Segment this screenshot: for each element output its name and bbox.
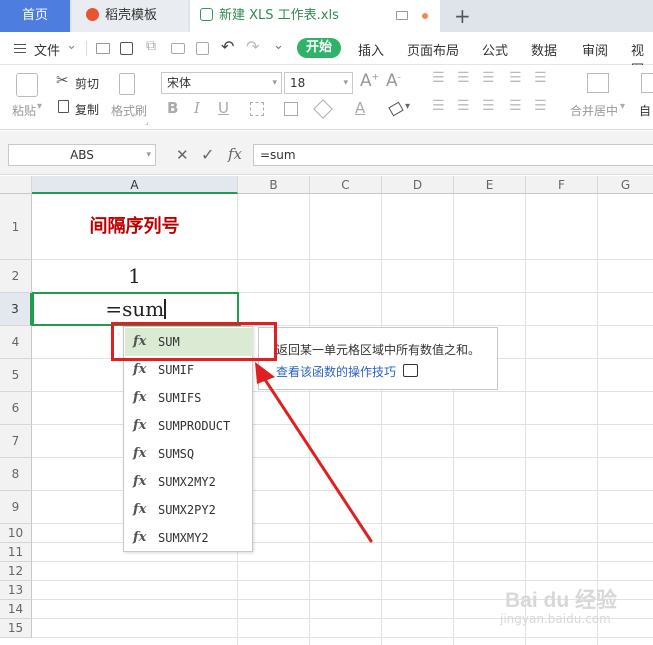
watermark-url: jingyan.baidu.com xyxy=(500,612,611,626)
annotation-arrow xyxy=(255,362,373,543)
watermark: Bai du 经验 xyxy=(505,589,618,612)
